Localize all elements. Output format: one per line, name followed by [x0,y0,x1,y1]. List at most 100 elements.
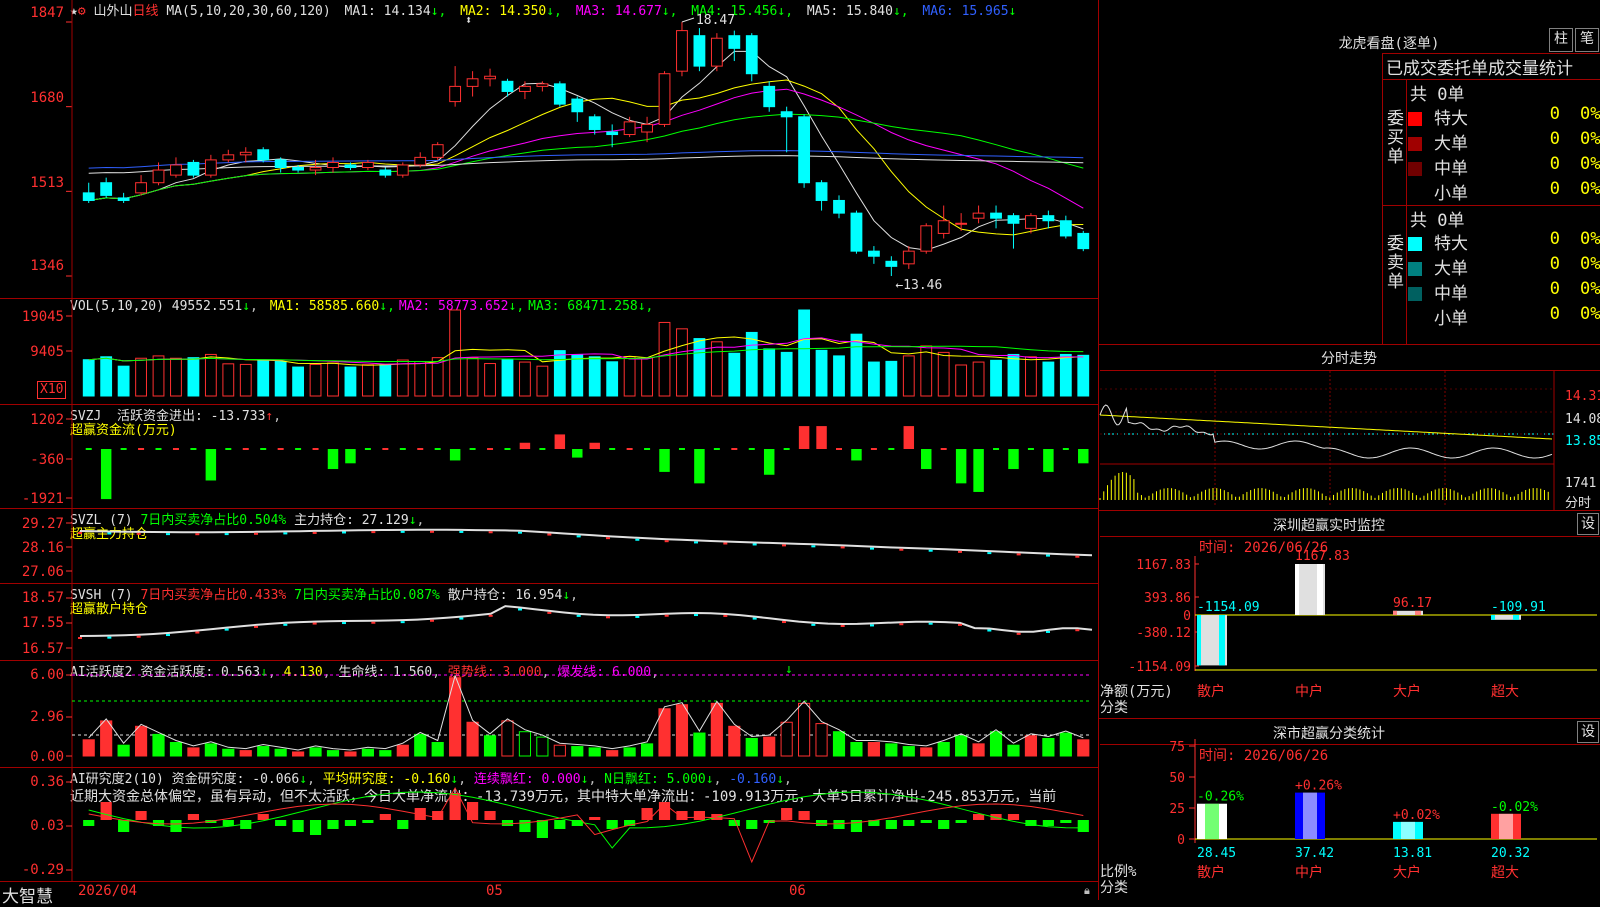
volume-bar[interactable] [361,364,374,397]
candle-body[interactable] [152,169,165,184]
candle-body[interactable] [1042,215,1055,222]
activity-bar[interactable] [902,746,915,757]
svzj-bar[interactable] [120,448,127,450]
activity-bar[interactable] [710,702,723,757]
svzj-bar[interactable] [798,426,810,449]
svzl-panel[interactable]: SVZL (7) 7日内买卖净占比0.504% 主力持仓: 27.129↓, 超… [0,509,1098,584]
volume-bar[interactable] [536,365,549,397]
activity-bar[interactable] [222,748,235,757]
sz-monitor-chart[interactable]: 1167.83 393.86 0 -380.12 -1154.09 -1154.09 散户 1… [1099,511,1600,718]
activity-bar[interactable] [745,737,758,757]
activity-bar[interactable] [187,747,200,757]
svzj-bar[interactable] [504,448,511,450]
svzj-bar[interactable] [554,434,566,449]
svzj-chart[interactable] [0,405,1098,508]
activity-bar[interactable] [1077,739,1090,757]
candle-body[interactable] [780,111,793,118]
sell-row[interactable]: 小单 0 0% [1408,304,1600,329]
research-bar[interactable] [519,820,531,832]
activity-bar[interactable] [989,731,1003,757]
buy-row[interactable]: 小单 0 0% [1408,179,1600,204]
volume-bar[interactable] [239,363,252,397]
activity-bar[interactable] [100,720,113,757]
main-chart-area[interactable]: ★⚙ 山外山日线 MA(5,10,20,30,60,120) MA1: 14.1… [0,0,1098,907]
candle-body[interactable] [257,149,270,161]
research-bar[interactable] [1077,820,1089,832]
svzj-bar[interactable] [1027,448,1034,450]
svzj-bar[interactable] [1008,449,1019,470]
sz-stat-chart[interactable]: 75 50 25 0 -0.26% 28.45 散户 +0.26% 37.42 中户 +0.02% 1… [1099,719,1600,900]
svzj-bar[interactable] [225,448,232,450]
sell-row[interactable]: 大单 0 0% [1408,254,1600,279]
volume-bar[interactable] [815,349,828,397]
volume-bar[interactable] [292,366,305,397]
svzj-bar[interactable] [644,448,651,450]
research-bar[interactable] [135,811,147,820]
svzj-bar[interactable] [242,448,249,450]
lhb-panel[interactable]: 龙虎看盘(逐单) 柱 笔 已成交委托单成交量统计 委买单 委卖单 共 0单 共 … [1099,0,1600,344]
volume-bar[interactable] [641,357,653,397]
svzj-bar[interactable] [921,449,932,470]
activity-bar[interactable] [1024,735,1038,757]
candle-body[interactable] [519,85,531,92]
svzj-bar[interactable] [100,449,112,500]
svzj-bar[interactable] [487,448,494,450]
szstat-bar-0[interactable] [1197,803,1227,839]
svzj-bar[interactable] [364,448,371,450]
svzj-bar[interactable] [763,449,775,475]
volume-bar[interactable] [850,333,863,397]
volume-bar[interactable] [501,358,514,397]
activity-bar[interactable] [588,747,601,757]
volume-bar[interactable] [588,356,601,397]
volume-bar[interactable] [466,357,479,397]
activity-bar[interactable] [693,732,706,757]
activity-bar[interactable] [1042,737,1055,757]
svzj-panel[interactable]: SVZJ 活跃资金进出: -13.733↑, 超赢资金流(万元) 1202 -3… [0,405,1098,509]
ai-research-chart[interactable] [0,768,1098,881]
activity-bar[interactable] [134,725,148,757]
szstat-bar-3[interactable] [1491,813,1521,839]
activity-bar[interactable] [798,702,811,757]
svsh-chart[interactable] [0,584,1098,660]
svzj-bar[interactable] [295,448,302,450]
sz-stat-panel[interactable]: 深市超赢分类统计 设 时间: 2026/06/26 比例% 分类 75 50 25 0… [1099,719,1600,900]
activity-bar[interactable] [536,736,549,757]
volume-bar[interactable] [274,360,287,397]
activity-bar[interactable] [344,751,357,757]
candle-body[interactable] [82,192,95,201]
activity-bar[interactable] [292,751,305,757]
svzj-bar[interactable] [973,449,984,492]
research-bar[interactable] [1060,820,1072,823]
svzj-bar[interactable] [870,448,877,450]
candle-body[interactable] [710,37,723,67]
candle-body[interactable] [955,222,968,225]
app-logo-text[interactable]: 大智慧 [2,882,53,907]
research-bar[interactable] [798,811,810,820]
candle-body[interactable] [135,182,147,194]
svzj-bar[interactable] [678,448,685,450]
activity-bar[interactable] [675,704,689,757]
volume-bar[interactable] [187,357,200,397]
candle-body[interactable] [623,121,636,136]
volume-bar[interactable] [204,353,217,397]
volume-bar[interactable] [623,356,636,397]
candle-body[interactable] [204,159,217,176]
activity-bar[interactable] [309,747,322,757]
svzj-bar[interactable] [519,442,531,449]
research-bar[interactable] [815,820,828,826]
ai-research-panel[interactable]: AI研究度2(10) 资金研究度: -0.066↓, 平均研究度: -0.160… [0,768,1098,881]
ai-activity-chart[interactable]: ↓ [0,661,1098,767]
svzj-bar[interactable] [469,448,476,450]
activity-bar[interactable] [763,736,776,757]
activity-bar[interactable] [396,744,409,757]
activity-bar[interactable] [885,743,898,757]
ai-activity-panel[interactable]: AI活跃度2 资金活跃度: 0.563↓, 4.130, 生命线: 1.560,… [0,661,1098,768]
candle-body[interactable] [239,151,252,156]
research-bar[interactable] [903,820,915,826]
volume-bar[interactable] [867,361,880,397]
research-bar[interactable] [309,820,322,835]
volume-bar[interactable] [170,357,182,397]
svzj-bar[interactable] [888,448,895,450]
research-bar[interactable] [362,820,374,823]
kline-panel[interactable]: ★⚙ 山外山日线 MA(5,10,20,30,60,120) MA1: 14.1… [0,0,1098,299]
